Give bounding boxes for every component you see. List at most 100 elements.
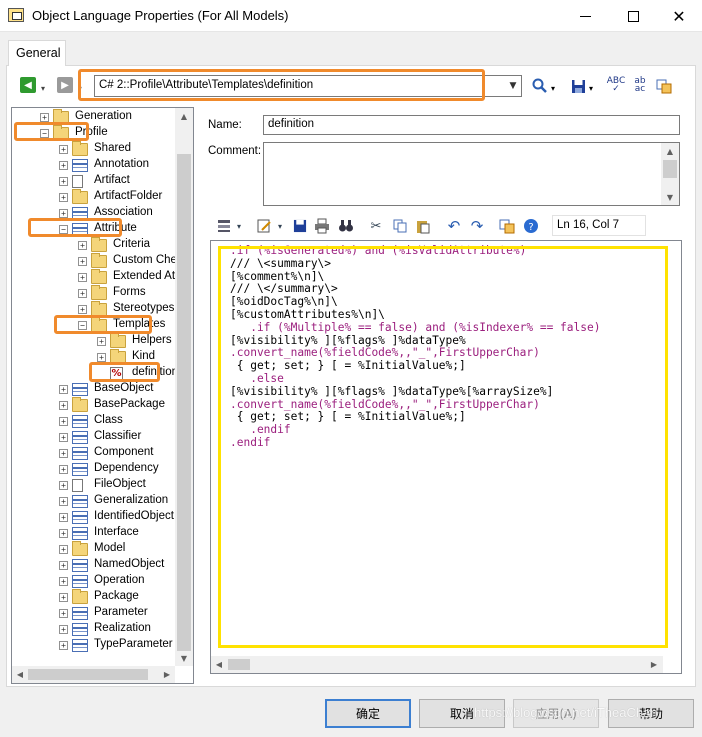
tree-item-artifactfolder[interactable]: + ArtifactFolder <box>12 189 177 205</box>
scroll-right-icon[interactable]: ▶ <box>645 656 663 673</box>
tree-item-classifier[interactable]: + Classifier <box>12 429 177 445</box>
tree-item-typeparameter[interactable]: + TypeParameter <box>12 637 177 653</box>
expand-icon[interactable]: + <box>59 449 68 458</box>
expand-icon[interactable]: + <box>59 513 68 522</box>
expand-icon[interactable]: + <box>59 193 68 202</box>
tree-item-custom-checks[interactable]: + Custom Checks <box>12 253 193 269</box>
expand-icon[interactable]: + <box>78 257 87 266</box>
tree-item-artifact[interactable]: + Artifact <box>12 173 177 189</box>
tree-item-package[interactable]: + Package <box>12 589 177 605</box>
expand-icon[interactable]: + <box>59 401 68 410</box>
tree-item-annotation[interactable]: + Annotation <box>12 157 177 173</box>
redo-icon[interactable]: ↷ <box>467 216 487 236</box>
tree-item-generalization[interactable]: + Generalization <box>12 493 177 509</box>
scroll-right-icon[interactable]: ▶ <box>159 666 175 683</box>
cut-icon[interactable]: ✂ <box>366 216 386 236</box>
name-field[interactable]: definition <box>263 115 680 135</box>
editor-horizontal-scrollbar[interactable] <box>211 656 663 673</box>
expand-icon[interactable]: + <box>59 481 68 490</box>
ok-button[interactable]: 确定 <box>325 699 411 728</box>
maximize-button[interactable] <box>610 0 656 32</box>
expand-icon[interactable]: + <box>59 545 68 554</box>
save-icon[interactable] <box>568 76 588 96</box>
scroll-down-icon[interactable]: ▼ <box>661 189 679 205</box>
tree-item-identifiedobject[interactable]: + IdentifiedObject <box>12 509 177 525</box>
editor-hscroll-thumb[interactable] <box>228 659 250 670</box>
tree-item-model[interactable]: + Model <box>12 541 177 557</box>
binoculars-icon[interactable] <box>336 216 356 236</box>
replace-icon[interactable]: ab ac <box>630 75 650 95</box>
insert-template-icon[interactable] <box>497 216 517 236</box>
spell-check-icon[interactable]: ABC ✓ <box>606 75 626 95</box>
tree-item-parameter[interactable]: + Parameter <box>12 605 177 621</box>
tree-item-basepackage[interactable]: + BasePackage <box>12 397 177 413</box>
tree-item-criteria[interactable]: + Criteria <box>12 237 177 253</box>
insert-dropdown-icon[interactable]: ▾ <box>229 216 249 236</box>
expand-icon[interactable]: + <box>59 625 68 634</box>
expand-icon[interactable]: + <box>78 305 87 314</box>
copy-icon[interactable] <box>390 216 410 236</box>
tree-item-fileobject[interactable]: + FileObject <box>12 477 177 493</box>
expand-icon[interactable]: + <box>78 241 87 250</box>
back-dropdown-icon[interactable]: ▾ <box>38 78 48 98</box>
expand-icon[interactable]: + <box>59 609 68 618</box>
expand-icon[interactable]: + <box>97 337 106 346</box>
path-dropdown-icon[interactable]: ▼ <box>505 76 521 96</box>
find-dropdown-icon[interactable]: ▾ <box>548 78 558 98</box>
tree-item-namedobject[interactable]: + NamedObject <box>12 557 177 573</box>
tree-item-interface[interactable]: + Interface <box>12 525 177 541</box>
comment-field[interactable] <box>263 142 680 206</box>
scroll-up-icon[interactable]: ▲ <box>175 108 193 124</box>
help-icon[interactable]: ? <box>521 216 541 236</box>
tree-item-operation[interactable]: + Operation <box>12 573 177 589</box>
expand-icon[interactable]: + <box>59 593 68 602</box>
close-button[interactable]: ✕ <box>656 0 702 32</box>
paste-icon[interactable] <box>413 216 433 236</box>
object-tree[interactable]: + Generation − Profile + Shared + Annotation + Ar… <box>11 107 194 684</box>
save-file-icon[interactable] <box>290 216 310 236</box>
properties-icon[interactable] <box>654 76 674 96</box>
edit-dropdown-icon[interactable]: ▾ <box>270 216 290 236</box>
expand-icon[interactable]: + <box>59 209 68 218</box>
expand-icon[interactable]: + <box>40 113 49 122</box>
expand-icon[interactable]: + <box>59 385 68 394</box>
expand-icon[interactable]: + <box>59 145 68 154</box>
scroll-left-icon[interactable]: ◀ <box>12 666 28 683</box>
print-icon[interactable] <box>312 216 332 236</box>
tree-item-class[interactable]: + Class <box>12 413 177 429</box>
undo-icon[interactable]: ↶ <box>444 216 464 236</box>
minimize-button[interactable] <box>562 0 608 32</box>
expand-icon[interactable]: + <box>59 177 68 186</box>
back-arrow-icon[interactable]: ◀ <box>20 77 36 93</box>
expand-icon[interactable]: + <box>97 353 106 362</box>
tree-item-helpers[interactable]: + Helpers <box>12 333 177 349</box>
expand-icon[interactable]: + <box>78 289 87 298</box>
scroll-down-icon[interactable]: ▼ <box>175 651 193 666</box>
scroll-left-icon[interactable]: ◀ <box>211 656 227 673</box>
expand-icon[interactable]: + <box>59 497 68 506</box>
tree-item-baseobject[interactable]: + BaseObject <box>12 381 177 397</box>
tree-item-forms[interactable]: + Forms <box>12 285 177 301</box>
expand-icon[interactable]: + <box>59 465 68 474</box>
tree-item-extended-attribute[interactable]: +Extended Attribute <box>12 269 193 285</box>
save-dropdown-icon[interactable]: ▾ <box>586 78 596 98</box>
expand-icon[interactable]: + <box>78 273 87 282</box>
expand-icon[interactable]: + <box>59 529 68 538</box>
tab-general[interactable]: General <box>8 40 66 66</box>
tree-scroll-thumb[interactable] <box>177 154 191 651</box>
forward-arrow-icon[interactable]: ▶ <box>57 77 73 93</box>
tree-item-shared[interactable]: + Shared <box>12 141 177 157</box>
comment-scroll-thumb[interactable] <box>663 160 677 178</box>
tree-item-component[interactable]: + Component <box>12 445 177 461</box>
tree-item-dependency[interactable]: + Dependency <box>12 461 177 477</box>
expand-icon[interactable]: + <box>59 433 68 442</box>
expand-icon[interactable]: + <box>59 561 68 570</box>
expand-icon[interactable]: + <box>59 161 68 170</box>
expand-icon[interactable]: + <box>59 641 68 650</box>
scroll-up-icon[interactable]: ▲ <box>661 143 679 159</box>
expand-icon[interactable]: + <box>59 577 68 586</box>
find-icon[interactable] <box>530 76 550 96</box>
expand-icon[interactable]: + <box>59 417 68 426</box>
tree-hscroll-thumb[interactable] <box>28 669 148 680</box>
tree-item-realization[interactable]: + Realization <box>12 621 177 637</box>
